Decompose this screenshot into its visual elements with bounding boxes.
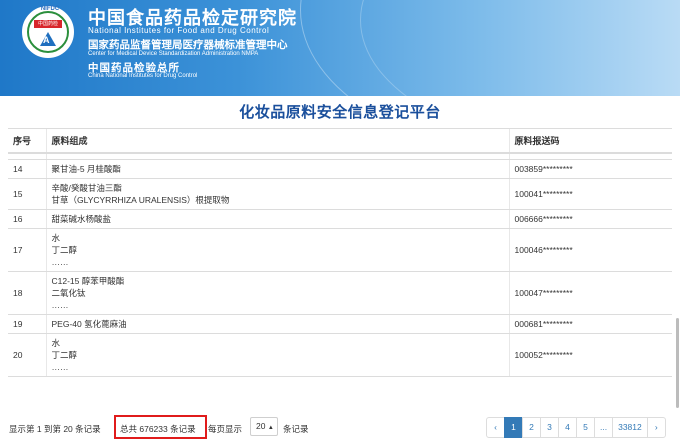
org-name-en: National Institutes for Food and Drug Co…: [88, 26, 270, 35]
page-button[interactable]: 2: [522, 417, 541, 438]
table-row: 19 PEG-40 氢化蓖麻油 000681*********: [8, 314, 672, 334]
caret-up-icon: ▲: [267, 425, 274, 431]
cell-no: 19: [8, 314, 47, 334]
next-page-button[interactable]: ›: [646, 417, 666, 438]
results-table: 序号 原料组成 原料报送码 14 聚甘油-5 月桂酸酯 003859********…: [8, 128, 672, 408]
cell-no: 20: [8, 333, 47, 377]
cell-composition: C12-15 醇苯甲酸酯 二氧化钛……: [46, 271, 510, 315]
page-ellipsis: ...: [594, 417, 614, 438]
cell-code: 006666*********: [509, 209, 672, 229]
ingredient-name: 辛酸/癸酸甘油三酯: [51, 182, 122, 193]
ingredient-name: 甜菜碱水杨酸盐: [51, 213, 112, 224]
banner-decoration: [360, 0, 680, 96]
header-code[interactable]: 原料报送码: [509, 129, 672, 154]
cell-no: 17: [8, 228, 47, 272]
table-row: 16 甜菜碱水杨酸盐 006666*********: [8, 209, 672, 229]
per-page-label: 每页显示: [208, 424, 243, 434]
ingredient-name: 甘草（GLYCYRRHIZA URALENSIS）根提取物: [51, 194, 230, 205]
cell-no: 18: [8, 271, 47, 315]
cell-composition: 甜菜碱水杨酸盐: [46, 209, 510, 229]
header-composition[interactable]: 原料组成: [46, 129, 510, 154]
table-row: 14 聚甘油-5 月桂酸酯 003859*********: [8, 159, 672, 179]
cell-code: 100052*********: [509, 333, 672, 377]
cell-code: 100046*********: [509, 228, 672, 272]
cell-code: 100047*********: [509, 271, 672, 315]
ingredient-name: 丁二醇: [51, 244, 78, 255]
cell-no: 15: [8, 178, 47, 210]
table-row: 18 C12-15 醇苯甲酸酯 二氧化钛…… 100047*********: [8, 271, 672, 315]
table-row: 17 水丁二醇…… 100046*********: [8, 228, 672, 272]
ingredient-name: 聚甘油-5 月桂酸酯: [51, 163, 121, 174]
table-row: 15 辛酸/癸酸甘油三酯 甘草（GLYCYRRHIZA URALENSIS）根提取物…: [8, 178, 672, 210]
cell-no: 16: [8, 209, 47, 229]
per-page-select[interactable]: 20 ▲: [250, 417, 278, 436]
total-records: 总共 676233 条记录: [120, 424, 196, 434]
prev-page-button[interactable]: ‹: [486, 417, 505, 438]
ingredient-name: 水: [51, 337, 61, 348]
cell-composition: PEG-40 氢化蓖麻油: [46, 314, 510, 334]
cell-composition: 水丁二醇……: [46, 228, 510, 272]
ingredient-name: ……: [51, 256, 69, 267]
cell-composition: 辛酸/癸酸甘油三酯 甘草（GLYCYRRHIZA URALENSIS）根提取物: [46, 178, 510, 210]
cell-composition: 水丁二醇……: [46, 333, 510, 377]
per-page-value: 20: [256, 421, 266, 431]
page-button[interactable]: 3: [540, 417, 559, 438]
header-banner: NIFDC 中国药检 A 中国食品药品检定研究院 National Instit…: [0, 0, 680, 96]
header-no[interactable]: 序号: [8, 129, 47, 154]
sub-org-name-en: Center for Medical Device Standardizatio…: [88, 51, 259, 57]
table-header-row: 序号 原料组成 原料报送码: [8, 129, 672, 154]
table-footer: 显示第 1 到第 20 条记录 总共 676233 条记录 每页显示 20 ▲ …: [0, 414, 680, 440]
page-button[interactable]: 1: [504, 417, 523, 438]
sub2-org-name-en: China National Institutes for Drug Contr…: [88, 73, 198, 79]
ingredient-name: 水: [51, 232, 61, 243]
ingredient-name: PEG-40 氢化蓖麻油: [51, 318, 127, 329]
nifdc-logo-icon: NIFDC 中国药检 A: [22, 6, 74, 58]
cell-composition: 聚甘油-5 月桂酸酯: [46, 159, 510, 179]
table-scrollbar[interactable]: [676, 318, 679, 408]
logo-badge: 中国药检: [34, 20, 62, 28]
ingredient-name: ……: [51, 299, 69, 310]
cell-code: 003859*********: [509, 159, 672, 179]
table-row: 20 水丁二醇…… 100052*********: [8, 333, 672, 377]
page-button[interactable]: 5: [576, 417, 595, 438]
ingredient-name: ……: [51, 361, 69, 372]
pagination: ‹ 1 2 3 4 5... 33812 ›: [486, 417, 666, 438]
sub-org-name: 国家药品监督管理局医疗器械标准管理中心: [88, 39, 288, 51]
cell-code: 000681*********: [509, 314, 672, 334]
cell-no: 14: [8, 159, 47, 179]
range-info: 显示第 1 到第 20 条记录: [9, 424, 101, 434]
logo-abbr: NIFDC: [40, 6, 60, 12]
ingredient-name: 二氧化钛: [51, 287, 86, 298]
cell-code: 100041*********: [509, 178, 672, 210]
ingredient-name: C12-15 醇苯甲酸酯: [51, 275, 125, 286]
page-button[interactable]: 4: [558, 417, 577, 438]
logo-letter: A: [43, 35, 50, 45]
per-page-suffix: 条记录: [283, 424, 309, 434]
page-button[interactable]: 33812: [612, 417, 648, 438]
page-title: 化妆品原料安全信息登记平台: [239, 104, 441, 121]
ingredient-name: 丁二醇: [51, 349, 78, 360]
